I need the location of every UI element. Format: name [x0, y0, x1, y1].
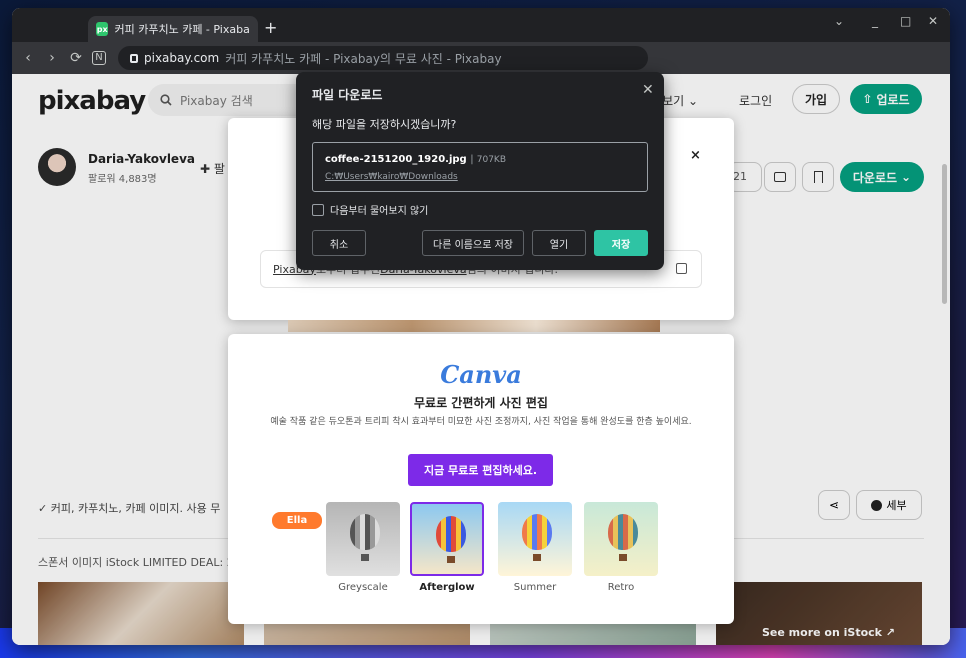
- pixabay-favicon-icon: px: [96, 22, 109, 36]
- balloon-image: [608, 514, 638, 550]
- filter-afterglow[interactable]: [410, 502, 484, 576]
- save-as-button[interactable]: 다른 이름으로 저장: [422, 230, 524, 256]
- close-window-button[interactable]: ✕: [928, 14, 938, 28]
- canva-title: 무료로 간편하게 사진 편집: [414, 396, 548, 410]
- file-name-line: coffee-2151200_1920.jpg | 707KB: [325, 154, 507, 165]
- tab-search-dropdown-icon[interactable]: ⌄: [834, 14, 844, 28]
- reload-button[interactable]: ⟳: [64, 50, 88, 66]
- browser-toolbar: ‹ › ⟳ N pixabay.com 커피 카푸치노 카페 - Pixabay…: [12, 42, 950, 99]
- canva-promo-modal: Canva 무료로 간편하게 사진 편집 예술 작품 같은 듀오톤과 트리피 착…: [228, 334, 734, 624]
- balloon-basket: [619, 554, 627, 561]
- url-page-title: 커피 카푸치노 카페 - Pixabay의 무료 사진 - Pixabay: [225, 51, 502, 66]
- minimize-button[interactable]: _: [872, 14, 878, 28]
- browser-window: px 커피 카푸치노 카페 - Pixabay의 + ⌄ _ □ ✕ ‹ › ⟳…: [12, 8, 950, 645]
- balloon-image: [522, 514, 552, 550]
- balloon-basket: [361, 554, 369, 561]
- coffee-photo-preview: [288, 320, 660, 332]
- filter-label-greyscale: Greyscale: [338, 582, 388, 593]
- filter-summer[interactable]: [498, 502, 572, 576]
- filter-label-summer: Summer: [513, 582, 557, 593]
- open-button[interactable]: 열기: [532, 230, 586, 256]
- close-icon[interactable]: ×: [690, 148, 701, 163]
- balloon-image: [350, 514, 380, 550]
- file-size: 707KB: [476, 155, 507, 165]
- cancel-button[interactable]: 취소: [312, 230, 366, 256]
- new-tab-button[interactable]: +: [264, 18, 277, 37]
- file-info-box: coffee-2151200_1920.jpg | 707KB C:₩Users…: [312, 142, 648, 192]
- filter-label-retro: Retro: [607, 582, 635, 593]
- forward-button[interactable]: ›: [40, 50, 64, 66]
- close-icon[interactable]: ✕: [642, 82, 654, 98]
- tab-title: 커피 카푸치노 카페 - Pixabay의: [114, 23, 250, 36]
- canva-description: 예술 작품 같은 듀오톤과 트리피 착시 효과부터 미묘한 사진 조정까지, 사…: [270, 417, 692, 427]
- url-host: pixabay.com: [144, 51, 220, 65]
- filter-retro[interactable]: [584, 502, 658, 576]
- checkbox-label: 다음부터 물어보지 않기: [330, 206, 429, 217]
- dont-ask-again-checkbox[interactable]: 다음부터 물어보지 않기: [312, 202, 428, 217]
- dialog-question: 해당 파일을 저장하시겠습니까?: [312, 118, 457, 131]
- copy-icon[interactable]: [676, 263, 687, 274]
- maximize-button[interactable]: □: [900, 14, 911, 28]
- file-download-dialog: 파일 다운로드 ✕ 해당 파일을 저장하시겠습니까? coffee-215120…: [296, 72, 664, 270]
- canva-logo: Canva: [440, 360, 522, 389]
- download-path-link[interactable]: C:₩Users₩kairo₩Downloads: [325, 172, 458, 182]
- ella-cursor-badge: Ella: [272, 512, 322, 529]
- lock-icon: [130, 53, 138, 63]
- note-extension-icon[interactable]: N: [92, 51, 106, 65]
- tab-strip: px 커피 카푸치노 카페 - Pixabay의 + ⌄ _ □ ✕: [12, 8, 950, 42]
- canva-edit-button[interactable]: 지금 무료로 편집하세요.: [408, 454, 553, 486]
- file-name: coffee-2151200_1920.jpg: [325, 154, 467, 165]
- dialog-title: 파일 다운로드: [312, 88, 383, 102]
- address-bar[interactable]: pixabay.com 커피 카푸치노 카페 - Pixabay의 무료 사진 …: [118, 46, 648, 70]
- filter-label-afterglow: Afterglow: [419, 582, 475, 593]
- balloon-image: [436, 516, 466, 552]
- filter-greyscale[interactable]: [326, 502, 400, 576]
- browser-tab-active[interactable]: px 커피 카푸치노 카페 - Pixabay의: [88, 16, 258, 42]
- checkbox-box[interactable]: [312, 203, 324, 216]
- back-button[interactable]: ‹: [16, 50, 40, 66]
- balloon-basket: [533, 554, 541, 561]
- balloon-basket: [447, 556, 455, 563]
- save-button[interactable]: 저장: [594, 230, 648, 256]
